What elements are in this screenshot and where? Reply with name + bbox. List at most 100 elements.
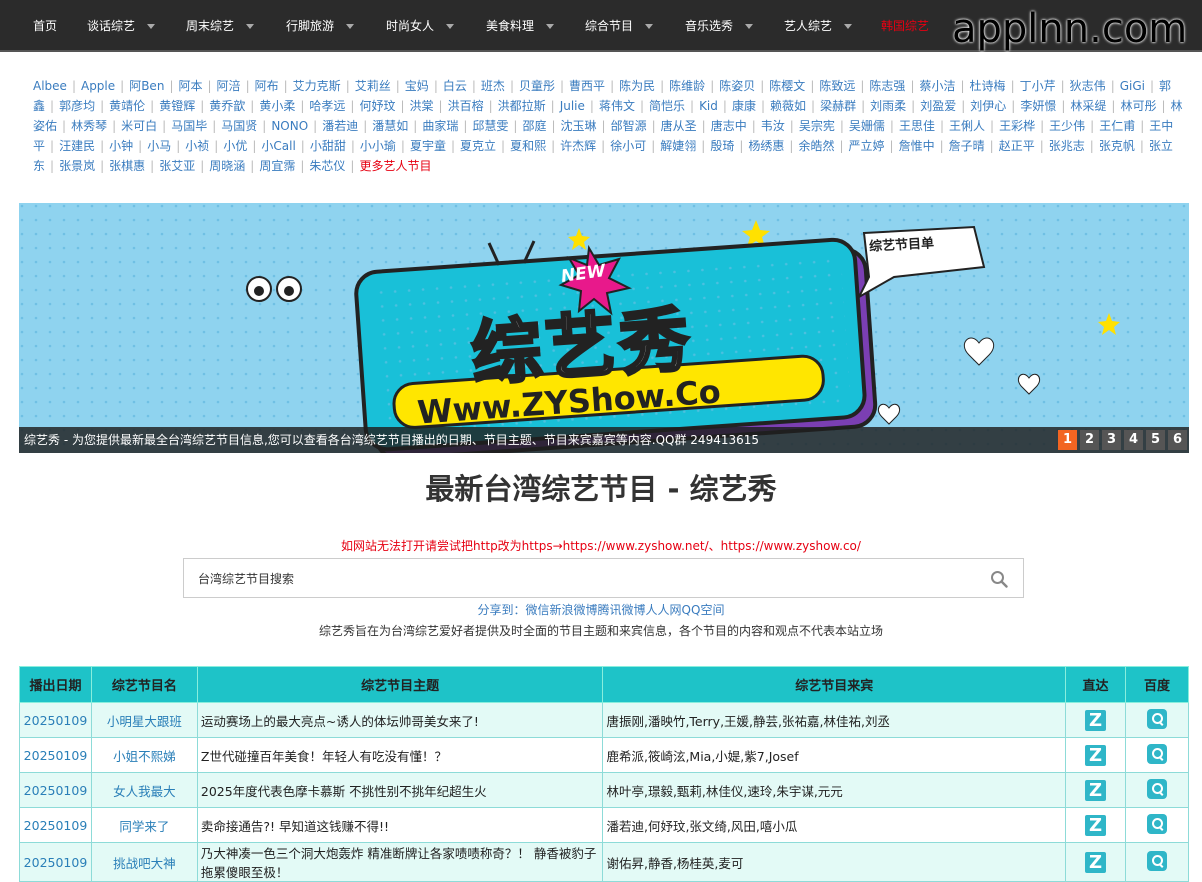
artist-link[interactable]: 杜诗梅 — [970, 79, 1006, 93]
artist-link[interactable]: 贝童彤 — [519, 79, 555, 93]
artist-link[interactable]: 米可白 — [121, 119, 157, 133]
artist-link[interactable]: 黄靖伦 — [109, 99, 145, 113]
artist-link[interactable]: 严立婷 — [849, 139, 885, 153]
artist-link[interactable]: Julie — [560, 99, 585, 113]
artist-link[interactable]: 洪都拉斯 — [498, 99, 546, 113]
artist-link[interactable]: 洪棠 — [410, 99, 434, 113]
artist-link[interactable]: 丁小芹 — [1020, 79, 1056, 93]
artist-link[interactable]: 潘慧如 — [372, 119, 408, 133]
artist-link[interactable]: 夏和熙 — [510, 139, 546, 153]
artist-link[interactable]: 曲家瑞 — [422, 119, 458, 133]
artist-link[interactable]: 陈为民 — [619, 79, 655, 93]
direct-link-icon[interactable]: Z — [1084, 709, 1106, 731]
artist-link[interactable]: 小Call — [261, 139, 295, 153]
artist-link[interactable]: 潘若迪 — [322, 119, 358, 133]
artist-link[interactable]: NONO — [271, 119, 308, 133]
artist-link[interactable]: GiGi — [1120, 79, 1145, 93]
artist-link[interactable]: 刘雨柔 — [870, 99, 906, 113]
artist-link[interactable]: 陈志强 — [869, 79, 905, 93]
artist-link[interactable]: 唐志中 — [711, 119, 747, 133]
artist-link[interactable]: Apple — [81, 79, 115, 93]
artist-link[interactable]: 汪建民 — [59, 139, 95, 153]
nav-travel[interactable]: 行脚旅游 — [286, 17, 355, 34]
artist-link[interactable]: 黄镫辉 — [159, 99, 195, 113]
artist-link[interactable]: 张克帆 — [1099, 139, 1135, 153]
direct-link-icon[interactable]: Z — [1084, 814, 1106, 836]
row-date[interactable]: 20250109 — [19, 702, 92, 738]
artist-link[interactable]: 杨绣惠 — [748, 139, 784, 153]
artist-link[interactable]: 解婕翎 — [660, 139, 696, 153]
artist-link[interactable]: 阿本 — [178, 79, 202, 93]
artist-link[interactable]: 张景岚 — [59, 159, 95, 173]
baidu-search-icon[interactable] — [1146, 778, 1167, 799]
artist-link[interactable]: 赖薇如 — [770, 99, 806, 113]
artist-link[interactable]: 曹西平 — [569, 79, 605, 93]
nav-artist[interactable]: 艺人综艺 — [784, 17, 853, 34]
baidu-search-icon[interactable] — [1146, 850, 1167, 871]
artist-link[interactable]: 余皓然 — [798, 139, 834, 153]
banner[interactable]: NEW 综艺秀 Www.ZYShow.Co 综艺节目单 综艺秀 - 为您提供最新… — [19, 203, 1189, 453]
artist-link[interactable]: 朱芯仪 — [309, 159, 345, 173]
artist-link[interactable]: 林秀琴 — [71, 119, 107, 133]
artist-link[interactable]: 夏宇童 — [410, 139, 446, 153]
artist-link[interactable]: Albee — [33, 79, 67, 93]
artist-link[interactable]: 许杰辉 — [560, 139, 596, 153]
artist-link[interactable]: 黄乔歆 — [209, 99, 245, 113]
artist-link[interactable]: 陈樱文 — [769, 79, 805, 93]
artist-link[interactable]: 周晓涵 — [209, 159, 245, 173]
artist-link[interactable]: 陈维龄 — [669, 79, 705, 93]
artist-link[interactable]: 小甜甜 — [310, 139, 346, 153]
artist-link[interactable]: 林采缇 — [1070, 99, 1106, 113]
nav-music[interactable]: 音乐选秀 — [685, 17, 754, 34]
row-show-name[interactable]: 挑战吧大神 — [90, 842, 198, 882]
artist-link[interactable]: 王思佳 — [899, 119, 935, 133]
artist-link[interactable]: 王少伟 — [1049, 119, 1085, 133]
row-show-name[interactable]: 女人我最大 — [90, 772, 198, 808]
artist-link[interactable]: 蒋伟文 — [599, 99, 635, 113]
artist-link[interactable]: 夏克立 — [460, 139, 496, 153]
row-show-name[interactable]: 同学来了 — [90, 807, 198, 843]
artist-link[interactable]: 陈姿贝 — [719, 79, 755, 93]
artist-link[interactable]: 詹子晴 — [949, 139, 985, 153]
artist-link[interactable]: 小祯 — [185, 139, 209, 153]
artist-link[interactable]: 小优 — [223, 139, 247, 153]
artist-link[interactable]: 阿涪 — [217, 79, 241, 93]
artist-link[interactable]: 吴姗儒 — [849, 119, 885, 133]
artist-link[interactable]: 洪百榕 — [448, 99, 484, 113]
artist-link[interactable]: 王仁甫 — [1099, 119, 1135, 133]
banner-page-button[interactable]: 6 — [1168, 430, 1187, 450]
direct-link-icon[interactable]: Z — [1084, 779, 1106, 801]
artist-link[interactable]: 小马 — [147, 139, 171, 153]
artist-link[interactable]: 蔡小洁 — [919, 79, 955, 93]
baidu-search-icon[interactable] — [1146, 708, 1167, 729]
artist-link[interactable]: 周宜霈 — [259, 159, 295, 173]
search-icon[interactable] — [990, 570, 1008, 588]
banner-page-button[interactable]: 4 — [1124, 430, 1143, 450]
artist-link[interactable]: 简恺乐 — [649, 99, 685, 113]
artist-link[interactable]: 郭彦均 — [59, 99, 95, 113]
nav-weekend[interactable]: 周末综艺 — [186, 17, 255, 34]
artist-link[interactable]: 康康 — [732, 99, 756, 113]
artist-link[interactable]: 何妤玟 — [359, 99, 395, 113]
row-date[interactable]: 20250109 — [19, 807, 92, 843]
artist-link[interactable]: 艾莉丝 — [355, 79, 391, 93]
row-show-name[interactable]: 小明星大跟班 — [90, 702, 198, 738]
artist-link[interactable]: 徐小可 — [610, 139, 646, 153]
banner-page-button[interactable]: 5 — [1146, 430, 1165, 450]
banner-page-button[interactable]: 3 — [1102, 430, 1121, 450]
more-artists-link[interactable]: 更多艺人节目 — [359, 159, 431, 173]
row-date[interactable]: 20250109 — [19, 737, 92, 773]
direct-link-icon[interactable]: Z — [1084, 851, 1106, 873]
artist-link[interactable]: 狄志伟 — [1070, 79, 1106, 93]
artist-link[interactable]: 林可彤 — [1120, 99, 1156, 113]
artist-link[interactable]: 白云 — [443, 79, 467, 93]
banner-page-button[interactable]: 2 — [1080, 430, 1099, 450]
artist-link[interactable]: 王俐人 — [949, 119, 985, 133]
nav-home[interactable]: 首页 — [33, 17, 57, 34]
direct-link-icon[interactable]: Z — [1084, 744, 1106, 766]
baidu-search-icon[interactable] — [1146, 813, 1167, 834]
artist-link[interactable]: 阿布 — [255, 79, 279, 93]
artist-link[interactable]: 黄小柔 — [259, 99, 295, 113]
artist-link[interactable]: 哈孝远 — [309, 99, 345, 113]
baidu-search-icon[interactable] — [1146, 743, 1167, 764]
